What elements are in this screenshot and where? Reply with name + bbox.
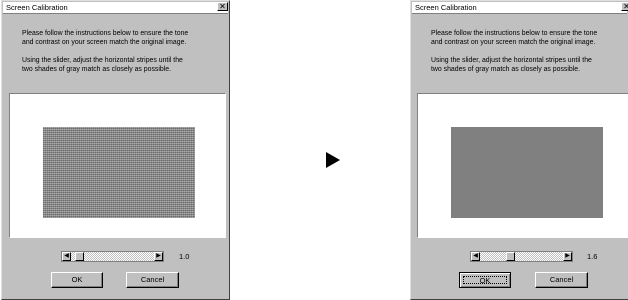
close-button[interactable]: ✕ xyxy=(217,2,228,11)
slider-left-arrow-icon[interactable]: ◀ xyxy=(471,252,480,261)
calibration-slider[interactable]: ◀ ▶ xyxy=(61,251,164,262)
instruction-line: Please follow the instructions below to … xyxy=(22,30,189,37)
slider-left-arrow-icon[interactable]: ◀ xyxy=(62,252,71,261)
ok-button-label[interactable]: OK xyxy=(463,276,507,284)
instruction-line: two shades of gray match as closely as p… xyxy=(431,66,580,73)
stripe-swatch xyxy=(43,127,195,218)
slider-right-arrow-icon[interactable]: ▶ xyxy=(154,252,163,261)
dialog-title: Screen Calibration xyxy=(3,2,228,14)
stripe-swatch xyxy=(451,127,603,218)
slider-value: 1.0 xyxy=(179,252,190,261)
instructions-text: Please follow the instructions below to … xyxy=(431,29,628,83)
calibration-slider[interactable]: ◀ ▶ xyxy=(470,251,573,262)
instruction-line: and contrast on your screen match the or… xyxy=(431,39,596,46)
close-icon[interactable]: ✕ xyxy=(219,2,226,11)
calibration-dialog-before: Screen Calibration ✕ Please follow the i… xyxy=(1,0,230,300)
instruction-line: Using the slider, adjust the horizontal … xyxy=(431,57,592,64)
instruction-line: two shades of gray match as closely as p… xyxy=(22,66,171,73)
arrow-right-icon xyxy=(326,152,340,168)
preview-panel xyxy=(417,93,628,238)
dialog-title: Screen Calibration xyxy=(412,2,627,14)
ok-button[interactable]: OK xyxy=(459,272,511,288)
cancel-button[interactable]: Cancel xyxy=(535,272,588,288)
cancel-button[interactable]: Cancel xyxy=(126,272,179,288)
slider-thumb[interactable] xyxy=(506,252,515,261)
instruction-line: Using the slider, adjust the horizontal … xyxy=(22,57,183,64)
preview-panel xyxy=(9,93,226,238)
slider-thumb[interactable] xyxy=(75,252,84,261)
slider-right-arrow-icon[interactable]: ▶ xyxy=(563,252,572,261)
close-button[interactable]: ✕ xyxy=(621,2,628,11)
instruction-line: and contrast on your screen match the or… xyxy=(22,39,187,46)
ok-button[interactable]: OK xyxy=(51,272,103,288)
calibration-dialog-after: Screen Calibration ✕ Please follow the i… xyxy=(410,0,628,300)
slider-value: 1.6 xyxy=(587,252,598,261)
instruction-line: Please follow the instructions below to … xyxy=(431,30,598,37)
instructions-text: Please follow the instructions below to … xyxy=(22,29,222,83)
close-icon[interactable]: ✕ xyxy=(623,2,628,11)
